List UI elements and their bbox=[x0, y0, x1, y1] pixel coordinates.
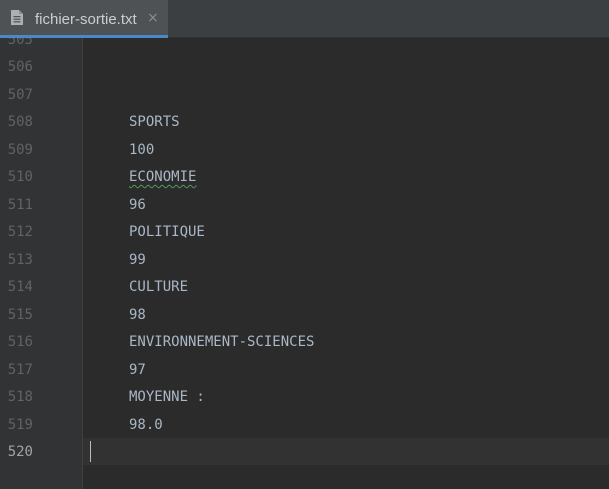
line-number: 510 bbox=[7, 169, 33, 185]
text-line: 98.0 bbox=[129, 417, 163, 433]
text-line: SPORTS bbox=[129, 114, 180, 130]
editor-tab-bar: fichier-sortie.txt × bbox=[0, 0, 609, 38]
line-number-current: 520 bbox=[7, 444, 33, 460]
line-number: 511 bbox=[7, 197, 33, 213]
text-line: 99 bbox=[129, 252, 146, 268]
text-file-icon bbox=[11, 10, 23, 25]
text-line: ENVIRONNEMENT-SCIENCES bbox=[129, 334, 315, 350]
text-line: 98 bbox=[129, 307, 146, 323]
line-number: 517 bbox=[7, 362, 33, 378]
line-number: 516 bbox=[7, 334, 33, 350]
text-line: 96 bbox=[129, 197, 146, 213]
text-line-spellcheck: ECONOMIE bbox=[129, 169, 197, 185]
tab-label: fichier-sortie.txt bbox=[35, 11, 137, 28]
line-number: 506 bbox=[7, 59, 33, 75]
close-icon[interactable]: × bbox=[147, 10, 159, 26]
text-caret bbox=[90, 441, 91, 462]
text-line: 97 bbox=[129, 362, 146, 378]
tab-fichier-sortie[interactable]: fichier-sortie.txt × bbox=[0, 0, 168, 38]
line-number: 509 bbox=[7, 142, 33, 158]
text-line: POLITIQUE bbox=[129, 224, 205, 240]
line-number: 515 bbox=[7, 307, 33, 323]
line-number: 512 bbox=[7, 224, 33, 240]
line-number: 518 bbox=[7, 389, 33, 405]
text-line: 100 bbox=[129, 142, 155, 158]
line-number: 505 bbox=[7, 38, 33, 48]
text-line: MOYENNE : bbox=[129, 389, 205, 405]
line-number: 508 bbox=[7, 114, 33, 130]
text-editor[interactable]: SPORTS 100 ECONOMIE 96 POLITIQUE 99 CULT… bbox=[83, 38, 609, 489]
current-line-highlight bbox=[83, 438, 609, 465]
line-number: 507 bbox=[7, 87, 33, 103]
line-number: 513 bbox=[7, 252, 33, 268]
line-number-gutter: 505 506 507 508 509 510 511 512 513 514 … bbox=[0, 38, 83, 489]
line-number: 519 bbox=[7, 417, 33, 433]
text-line: CULTURE bbox=[129, 279, 189, 295]
line-number: 514 bbox=[7, 279, 33, 295]
